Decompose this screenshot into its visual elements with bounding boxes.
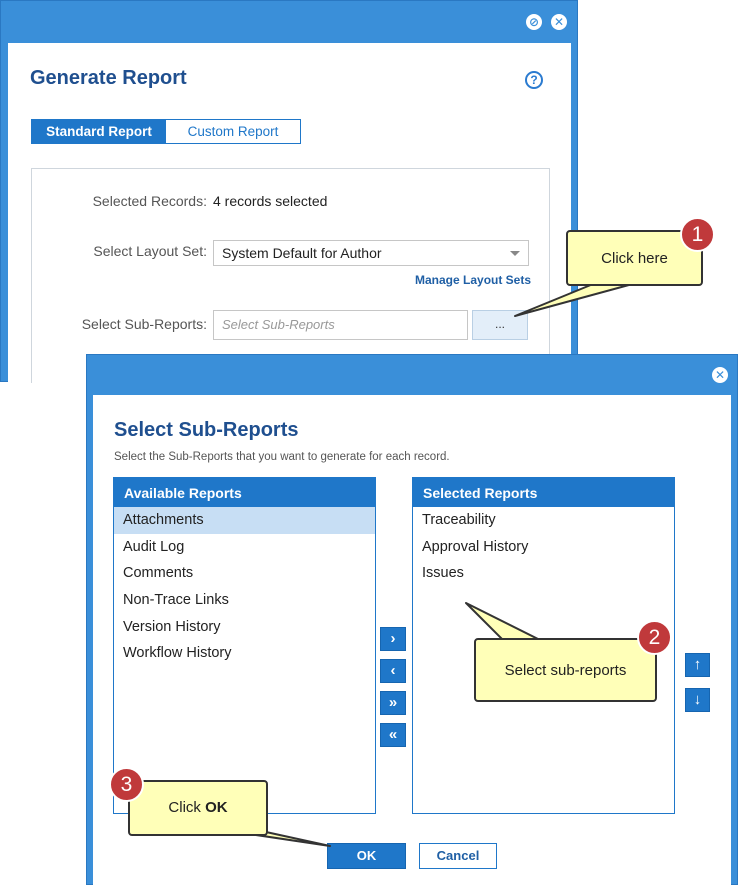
callout-select-sub-reports: Select sub-reports <box>474 638 657 702</box>
move-left-button[interactable]: ‹ <box>380 659 406 683</box>
minimize-icon[interactable]: ⊘ <box>526 14 542 30</box>
selected-reports-header: Selected Reports <box>413 478 674 507</box>
arrow-up-icon: ↑ <box>693 656 702 673</box>
manage-layout-sets-link[interactable]: Manage Layout Sets <box>415 273 531 287</box>
double-chevron-left-icon: « <box>388 726 398 743</box>
layout-set-value: System Default for Author <box>222 245 382 261</box>
chevron-left-icon: ‹ <box>390 662 396 679</box>
layout-set-label: Select Layout Set: <box>93 243 207 259</box>
generate-report-dialog: ⊘ ✕ Generate Report ? Standard Report Cu… <box>0 0 578 383</box>
move-down-button[interactable]: ↓ <box>685 688 710 712</box>
list-item[interactable]: Approval History <box>413 534 674 561</box>
callout-text: Click here <box>601 250 668 267</box>
browse-sub-reports-button[interactable]: ... <box>472 310 528 340</box>
dialog-title: Select Sub-Reports <box>114 419 299 441</box>
move-all-right-button[interactable]: » <box>380 691 406 715</box>
callout-text: Click OK <box>130 799 266 816</box>
dialog-title: Generate Report <box>30 67 187 89</box>
close-icon[interactable]: ✕ <box>712 367 728 383</box>
list-item[interactable]: Workflow History <box>114 640 375 667</box>
chevron-down-icon <box>510 251 520 256</box>
move-all-left-button[interactable]: « <box>380 723 406 747</box>
step-badge-2: 2 <box>637 620 672 655</box>
available-reports-list: Available Reports Attachments Audit Log … <box>113 477 376 814</box>
list-item[interactable]: Comments <box>114 560 375 587</box>
tab-standard-report[interactable]: Standard Report <box>32 120 166 143</box>
layout-set-select[interactable]: System Default for Author <box>213 240 529 266</box>
list-item[interactable]: Issues <box>413 560 674 587</box>
callout-click-ok: Click OK <box>128 780 268 836</box>
list-item[interactable]: Attachments <box>114 507 375 534</box>
list-item[interactable]: Audit Log <box>114 534 375 561</box>
callout-text: Select sub-reports <box>504 662 627 679</box>
move-right-button[interactable]: › <box>380 627 406 651</box>
list-item[interactable]: Non-Trace Links <box>114 587 375 614</box>
ok-button[interactable]: OK <box>327 843 406 869</box>
report-type-tabs: Standard Report Custom Report <box>31 119 301 144</box>
callout-text-prefix: Click <box>168 799 206 816</box>
help-icon[interactable]: ? <box>525 71 543 89</box>
chevron-right-icon: › <box>390 630 396 647</box>
selected-records-label: Selected Records: <box>92 193 207 209</box>
cancel-button[interactable]: Cancel <box>419 843 497 869</box>
report-options-panel: Selected Records: 4 records selected Sel… <box>31 168 550 383</box>
list-item[interactable]: Version History <box>114 614 375 641</box>
callout-text-bold: OK <box>205 799 228 816</box>
move-up-button[interactable]: ↑ <box>685 653 710 677</box>
dialog-body: Generate Report ? Standard Report Custom… <box>8 43 571 383</box>
step-badge-3: 3 <box>109 767 144 802</box>
selected-records-value: 4 records selected <box>213 193 328 209</box>
sub-reports-input[interactable]: Select Sub-Reports <box>213 310 468 340</box>
available-reports-header: Available Reports <box>114 478 375 507</box>
close-icon[interactable]: ✕ <box>551 14 567 30</box>
dialog-titlebar: ⊘ ✕ <box>1 1 577 43</box>
double-chevron-right-icon: » <box>388 694 398 711</box>
tab-custom-report[interactable]: Custom Report <box>166 120 300 143</box>
dialog-description: Select the Sub-Reports that you want to … <box>114 451 450 463</box>
list-item[interactable]: Traceability <box>413 507 674 534</box>
arrow-down-icon: ↓ <box>693 691 702 708</box>
step-badge-1: 1 <box>680 217 715 252</box>
sub-reports-label: Select Sub-Reports: <box>81 316 207 332</box>
